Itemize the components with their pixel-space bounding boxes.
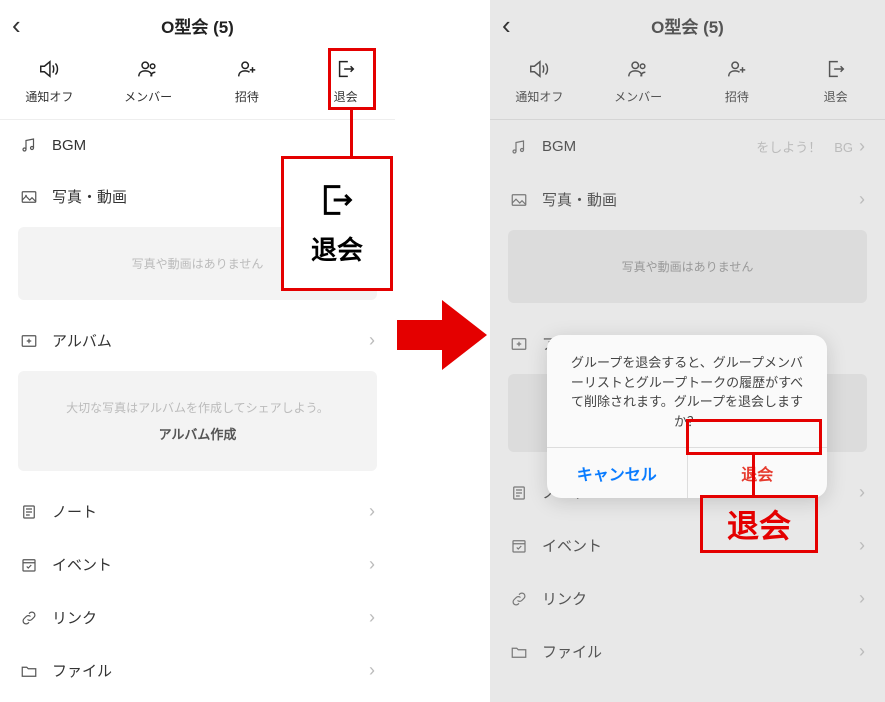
header: ‹ O型会 (5) [490, 0, 885, 50]
action-label: 通知オフ [515, 88, 563, 105]
members-button[interactable]: メンバー [103, 56, 193, 105]
people-icon [134, 56, 162, 82]
action-bar: 通知オフ メンバー 招待 退会 [0, 50, 395, 120]
photo-icon [20, 188, 40, 206]
modal-message: グループを退会すると、グループメンバーリストとグループトークの履歴がすべて削除さ… [547, 335, 827, 448]
chevron-right-icon: › [369, 607, 375, 628]
row-label: リンク [52, 607, 369, 628]
row-label: 写真・動画 [542, 189, 859, 210]
chevron-right-icon: › [369, 554, 375, 575]
photos-row[interactable]: 写真・動画 › [0, 170, 395, 223]
bgm-row[interactable]: BGM [0, 120, 395, 170]
calendar-icon [510, 537, 530, 555]
invite-button[interactable]: 招待 [202, 56, 292, 105]
exit-icon [822, 56, 850, 82]
file-row[interactable]: ファイル › [0, 644, 395, 697]
row-label: イベント [52, 554, 369, 575]
row-label: BGM [542, 138, 756, 155]
action-label: 退会 [824, 88, 848, 105]
folder-icon [20, 662, 40, 680]
row-label: アルバム [52, 330, 369, 351]
chevron-right-icon: › [859, 641, 865, 662]
person-plus-icon [723, 56, 751, 82]
album-row[interactable]: アルバム › [0, 314, 395, 367]
link-icon [20, 609, 40, 627]
row-label: ファイル [52, 660, 369, 681]
empty-text: 写真や動画はありません [524, 258, 851, 275]
right-screen: ‹ O型会 (5) 通知オフ メンバー 招待 [490, 0, 885, 702]
action-label: 招待 [235, 88, 259, 105]
photos-empty: 写真や動画はありません [508, 230, 867, 303]
page-title: O型会 (5) [490, 13, 885, 38]
notify-off-button[interactable]: 通知オフ [494, 56, 584, 105]
row-label: 写真・動画 [52, 186, 369, 207]
calendar-icon [20, 556, 40, 574]
people-icon [624, 56, 652, 82]
action-label: 退会 [334, 88, 358, 105]
link-row[interactable]: リンク › [0, 591, 395, 644]
modal-cancel-button[interactable]: キャンセル [547, 448, 688, 498]
chevron-right-icon: › [859, 482, 865, 503]
chevron-right-icon: › [369, 330, 375, 351]
album-empty[interactable]: 大切な写真はアルバムを作成してシェアしよう。 アルバム作成 [18, 371, 377, 471]
album-create-link[interactable]: アルバム作成 [34, 424, 361, 443]
modal-buttons: キャンセル 退会 [547, 448, 827, 498]
action-bar: 通知オフ メンバー 招待 退会 [490, 50, 885, 120]
chevron-right-icon: › [859, 588, 865, 609]
chevron-right-icon: › [859, 136, 865, 157]
leave-button[interactable]: 退会 [301, 56, 391, 105]
action-label: 通知オフ [25, 88, 73, 105]
row-label: ノート [52, 501, 369, 522]
left-screen: ‹ O型会 (5) 通知オフ メンバー 招待 [0, 0, 395, 702]
album-icon [510, 335, 530, 353]
photo-icon [510, 191, 530, 209]
annotation-label: 退会 [700, 495, 818, 553]
empty-text: 写真や動画はありません [34, 255, 361, 272]
header: ‹ O型会 (5) [0, 0, 395, 50]
folder-icon [510, 643, 530, 661]
modal-confirm-button[interactable]: 退会 [688, 448, 828, 498]
link-icon [510, 590, 530, 608]
link-row[interactable]: リンク › [490, 572, 885, 625]
bgm-extra: をしよう！ BG [756, 137, 853, 156]
chevron-right-icon: › [369, 501, 375, 522]
event-row[interactable]: イベント › [490, 519, 885, 572]
note-icon [510, 484, 530, 502]
row-label: リンク [542, 588, 859, 609]
chevron-right-icon: › [859, 189, 865, 210]
photos-empty: 写真や動画はありません [18, 227, 377, 300]
chevron-right-icon: › [369, 660, 375, 681]
speaker-icon [525, 56, 553, 82]
notify-off-button[interactable]: 通知オフ [4, 56, 94, 105]
file-row[interactable]: ファイル › [490, 625, 885, 678]
page-title: O型会 (5) [0, 13, 395, 38]
note-icon [20, 503, 40, 521]
members-button[interactable]: メンバー [593, 56, 683, 105]
person-plus-icon [233, 56, 261, 82]
chevron-right-icon: › [369, 186, 375, 207]
invite-button[interactable]: 招待 [692, 56, 782, 105]
photos-row[interactable]: 写真・動画 › [490, 173, 885, 226]
leave-button[interactable]: 退会 [791, 56, 881, 105]
album-icon [20, 332, 40, 350]
action-label: メンバー [614, 88, 662, 105]
music-icon [20, 136, 40, 154]
note-row[interactable]: ノート › [0, 485, 395, 538]
action-label: 招待 [725, 88, 749, 105]
leave-confirm-modal: グループを退会すると、グループメンバーリストとグループトークの履歴がすべて削除さ… [547, 335, 827, 498]
exit-icon [332, 56, 360, 82]
empty-text: 大切な写真はアルバムを作成してシェアしよう。 [34, 399, 361, 416]
music-icon [510, 138, 530, 156]
action-label: メンバー [124, 88, 172, 105]
bgm-row[interactable]: BGM をしよう！ BG › [490, 120, 885, 173]
event-row[interactable]: イベント › [0, 538, 395, 591]
row-label: ファイル [542, 641, 859, 662]
arrow-icon [397, 295, 487, 375]
row-label: BGM [52, 137, 375, 154]
speaker-icon [35, 56, 63, 82]
chevron-right-icon: › [859, 535, 865, 556]
